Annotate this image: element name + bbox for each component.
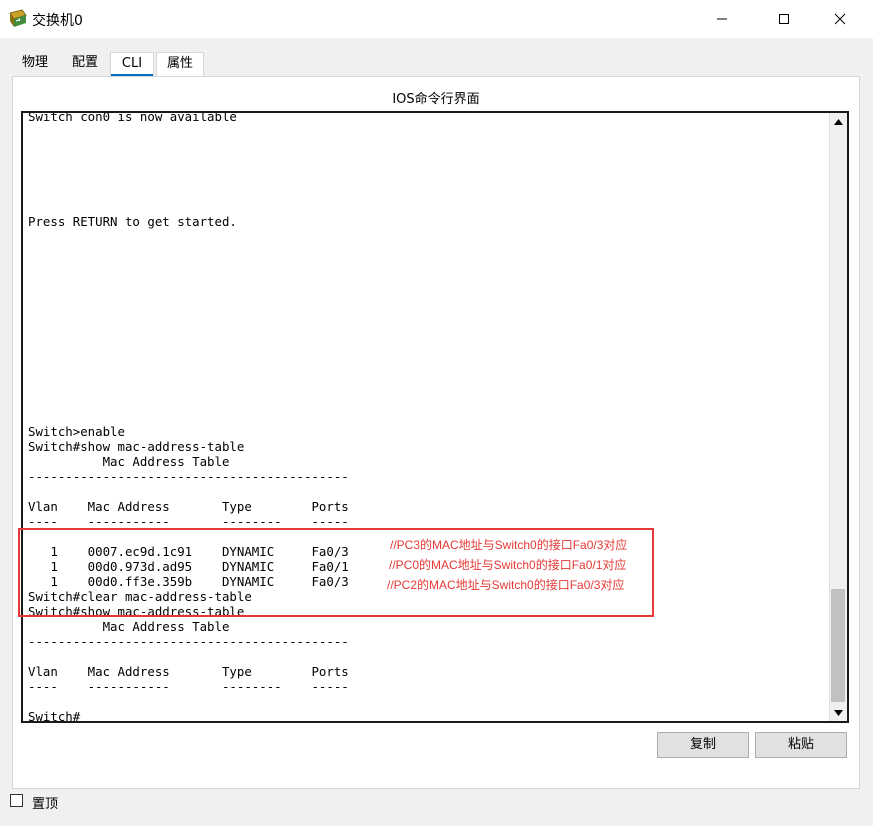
terminal-scrollbar[interactable] bbox=[829, 113, 847, 721]
terminal-line: ----------------------------------------… bbox=[28, 469, 349, 484]
always-on-top-label: 置顶 bbox=[32, 797, 59, 812]
tab-attributes[interactable]: 属性 bbox=[156, 52, 204, 76]
terminal-line: Switch#show mac-address-table bbox=[28, 439, 245, 454]
scroll-up-arrow-icon[interactable] bbox=[830, 113, 847, 130]
annotation-pc0: //PC0的MAC地址与Switch0的接口Fa0/1对应 bbox=[389, 558, 627, 572]
terminal-line: ----------------------------------------… bbox=[28, 634, 349, 649]
tab-cli[interactable]: CLI bbox=[110, 52, 154, 77]
close-button[interactable] bbox=[817, 0, 863, 38]
terminal-line: Vlan Mac Address Type Ports bbox=[28, 664, 349, 679]
terminal-line: Mac Address Table bbox=[28, 619, 230, 634]
terminal-line: ---- ----------- -------- ----- bbox=[28, 679, 349, 694]
tab-config[interactable]: 配置 bbox=[64, 52, 106, 75]
terminal-line: ---- ----------- -------- ----- bbox=[28, 514, 349, 529]
terminal-line: Vlan Mac Address Type Ports bbox=[28, 499, 349, 514]
cli-panel: IOS命令行界面 Switch con0 is now available Pre… bbox=[12, 76, 860, 789]
scroll-down-arrow-icon[interactable] bbox=[830, 704, 847, 721]
maximize-icon bbox=[779, 14, 789, 24]
maximize-button[interactable] bbox=[761, 0, 807, 38]
tab-cli-label: CLI bbox=[121, 56, 143, 71]
terminal-text[interactable]: Switch con0 is now available Press RETURN… bbox=[28, 111, 828, 723]
terminal-line: Mac Address Table bbox=[28, 454, 230, 469]
scroll-thumb[interactable] bbox=[831, 589, 845, 702]
terminal-line: Switch# bbox=[28, 709, 81, 723]
close-icon bbox=[834, 13, 846, 25]
tab-physical[interactable]: 物理 bbox=[12, 52, 58, 75]
switch-app-icon bbox=[8, 9, 28, 29]
terminal-line: Press RETURN to get started. bbox=[28, 214, 237, 229]
terminal-output[interactable]: Switch con0 is now available Press RETURN… bbox=[21, 111, 849, 723]
minimize-icon bbox=[717, 18, 727, 20]
title-bar: 交换机0 bbox=[0, 0, 873, 38]
window-title: 交换机0 bbox=[32, 13, 83, 29]
terminal-line: Switch con0 is now available bbox=[28, 111, 237, 124]
always-on-top-checkbox[interactable] bbox=[10, 794, 23, 807]
paste-button[interactable]: 粘贴 bbox=[755, 732, 847, 758]
annotation-pc2: //PC2的MAC地址与Switch0的接口Fa0/3对应 bbox=[387, 578, 625, 592]
copy-button[interactable]: 复制 bbox=[657, 732, 749, 758]
minimize-button[interactable] bbox=[699, 0, 745, 38]
terminal-line: Switch>enable bbox=[28, 424, 125, 439]
panel-title: IOS命令行界面 bbox=[392, 92, 480, 107]
annotation-pc3: //PC3的MAC地址与Switch0的接口Fa0/3对应 bbox=[390, 538, 628, 552]
